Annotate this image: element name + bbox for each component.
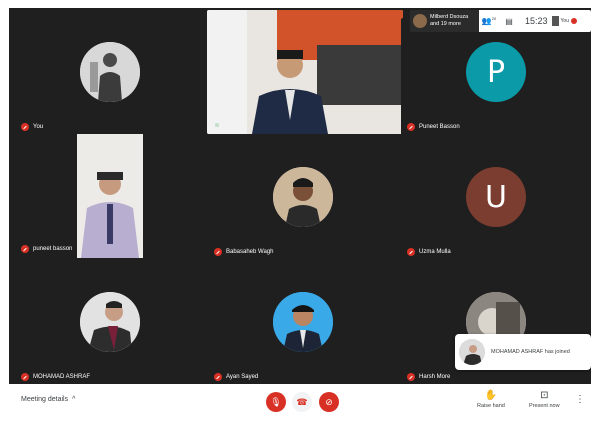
avatar — [413, 14, 427, 28]
participant-name-label: Puneet Basson — [407, 123, 460, 131]
participant-name-label: Babasaheb Wagh — [214, 248, 273, 256]
video-feed — [207, 10, 403, 134]
camera-off-icon: ⊘ — [325, 396, 333, 407]
mic-toggle-button[interactable]: 🎙 — [266, 392, 286, 412]
speaking-indicator-icon: ≋ — [214, 122, 220, 129]
present-screen-icon: ⊡ — [540, 390, 549, 401]
present-now-label: Present now — [529, 403, 560, 409]
mic-off-icon — [407, 248, 415, 256]
join-notification-text: MOHAMAD ASHRAF has joined — [491, 349, 570, 355]
avatar: P — [466, 42, 526, 103]
participant-tile-puneet[interactable]: P Puneet Basson — [401, 18, 591, 136]
camera-toggle-button[interactable]: ⊘ — [319, 392, 339, 412]
present-now-button[interactable]: ⊡ Present now — [529, 390, 560, 410]
mic-off-icon — [407, 123, 415, 131]
mic-off-icon — [21, 123, 29, 131]
participant-tile-ayan[interactable]: Ayan Sayed — [208, 268, 398, 386]
participant-name-label: ≋ — [213, 121, 225, 129]
participant-name-label: MOHAMAD ASHRAF — [21, 373, 90, 381]
participant-tile-babasaheb[interactable]: Babasaheb Wagh — [208, 143, 398, 261]
top-status-bar: Milberd Dsouza and 19 more 👥20 ▤ 15:23 Y… — [410, 10, 591, 32]
participant-tile-speaker-video[interactable]: ≋ — [207, 10, 403, 134]
participant-name-label: Uzma Mulla — [407, 248, 451, 256]
avatar — [273, 167, 333, 228]
mic-off-icon: 🎙 — [270, 396, 282, 407]
mic-off-icon — [21, 373, 29, 381]
mic-off-icon — [407, 373, 415, 381]
self-view-label: You — [560, 18, 569, 24]
raise-hand-label: Raise hand — [477, 403, 505, 409]
raise-hand-button[interactable]: ✋ Raise hand — [477, 390, 505, 410]
participant-name-label: puneet basson — [21, 245, 72, 253]
mic-off-icon — [214, 248, 222, 256]
chat-icon[interactable]: ▤ — [499, 17, 519, 26]
participant-tile-mohamad[interactable]: MOHAMAD ASHRAF — [15, 268, 205, 386]
video-feed — [77, 134, 143, 258]
participants-preview-name: Milberd Dsouza — [430, 14, 469, 20]
self-view-thumbnail-icon — [551, 16, 559, 26]
people-icon[interactable]: 👥20 — [479, 16, 499, 26]
participant-name-label: Ayan Sayed — [214, 373, 258, 381]
hang-up-icon: ☎ — [296, 396, 308, 407]
chevron-up-icon: ^ — [72, 396, 76, 403]
join-notification: MOHAMAD ASHRAF has joined — [455, 334, 591, 370]
avatar — [80, 42, 140, 103]
more-options-icon[interactable]: ⋮ — [575, 394, 585, 405]
avatar — [80, 292, 140, 353]
avatar: U — [466, 167, 526, 228]
bottom-control-bar: Meeting details ^ 🎙 ☎ ⊘ ✋ Raise hand ⊡ P… — [9, 384, 591, 418]
participants-preview-count: and 19 more — [430, 21, 461, 27]
self-view-indicator[interactable]: You — [551, 16, 577, 26]
hand-icon: ✋ — [484, 390, 498, 401]
meeting-details-label: Meeting details — [21, 396, 69, 403]
mic-off-icon — [570, 18, 577, 24]
participant-name-label: You — [21, 123, 43, 131]
meeting-window: You ≋ P Puneet Basson puneet basson Baba… — [9, 8, 591, 418]
participant-tile-you[interactable]: You — [15, 18, 205, 136]
participant-tile-uzma[interactable]: U Uzma Mulla — [401, 143, 591, 261]
meeting-details-button[interactable]: Meeting details ^ — [21, 396, 75, 403]
avatar — [459, 339, 485, 365]
mic-off-icon — [214, 373, 222, 381]
clock: 15:23 — [525, 16, 548, 26]
participant-name-label: Harsh More — [407, 373, 450, 381]
participant-tile-puneet-video[interactable]: puneet basson — [15, 134, 205, 258]
participants-preview[interactable]: Milberd Dsouza and 19 more — [410, 10, 479, 32]
mic-off-icon — [21, 245, 29, 253]
avatar — [273, 292, 333, 353]
leave-call-button[interactable]: ☎ — [292, 392, 312, 412]
